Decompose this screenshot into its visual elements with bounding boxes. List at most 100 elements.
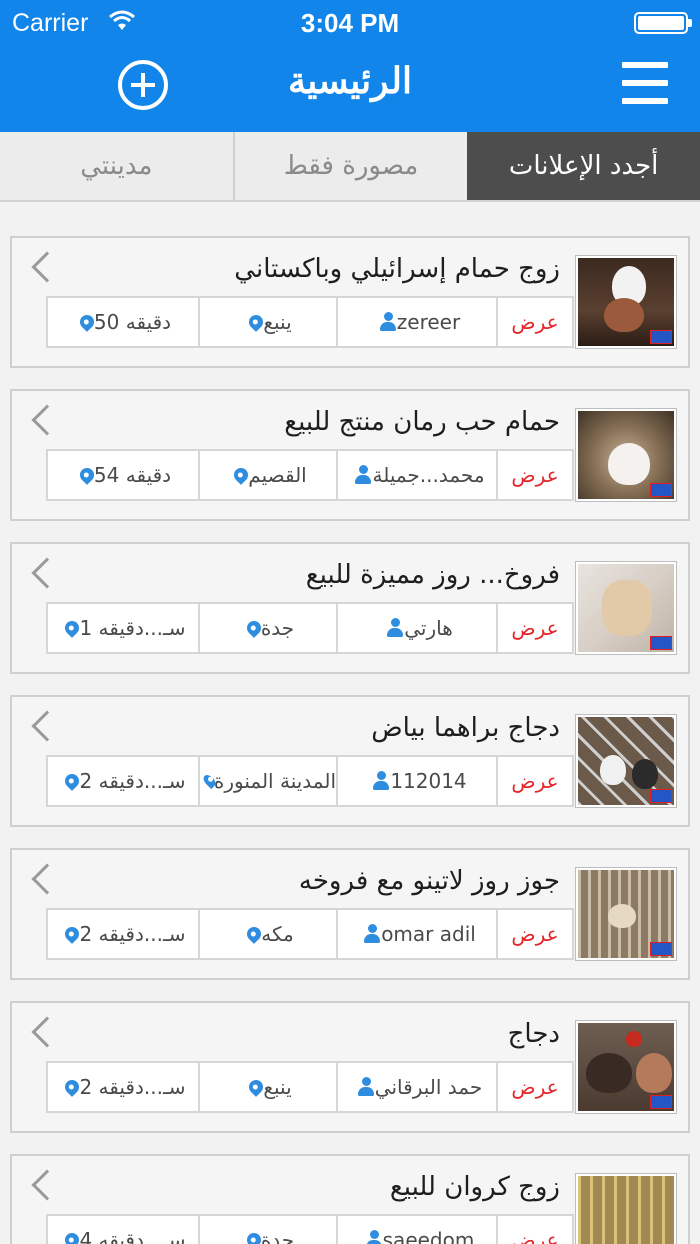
listing-city: ينبع — [198, 298, 336, 346]
listing-time: 2 سـ...دقيقه — [48, 757, 198, 805]
listing-title: حمام حب رمان منتج للبيع — [284, 407, 560, 437]
tab-bar: أجدد الإعلانات مصورة فقط مدينتي — [0, 132, 700, 202]
user-icon — [363, 924, 381, 944]
listing-thumbnail — [576, 715, 676, 807]
listing-thumbnail — [576, 868, 676, 960]
listing-thumbnail — [576, 256, 676, 348]
view-label[interactable]: عرض — [496, 604, 572, 652]
view-label[interactable]: عرض — [496, 1063, 572, 1111]
view-label[interactable]: عرض — [496, 298, 572, 346]
chevron-left-icon[interactable] — [31, 863, 63, 895]
listing-title: زوج كروان للبيع — [389, 1172, 560, 1202]
listing-city: المدينة المنورة — [198, 757, 336, 805]
listing-info-bar: عرض omar adil مكه 2 سـ...دقيقه — [46, 908, 574, 960]
user-icon — [379, 312, 397, 332]
city-name: المدينة المنورة — [213, 769, 336, 793]
time-ago: 2 سـ...دقيقه — [79, 922, 186, 946]
user-icon — [365, 1230, 383, 1244]
listing-user: omar adil — [336, 910, 496, 958]
time-ago: 54 دقيقه — [93, 463, 172, 487]
listing-info-bar: عرض 112014 المدينة المنورة 2 سـ...دقيقه — [46, 755, 574, 807]
chevron-left-icon[interactable] — [31, 1016, 63, 1048]
user-name: 112014 — [390, 769, 467, 793]
city-name: مكه — [261, 922, 294, 946]
listing-info-bar: عرض حمد البرقاني ينبع 2 سـ...دقيقه — [46, 1061, 574, 1113]
hamburger-menu-icon — [622, 62, 668, 68]
city-name: جدة — [260, 616, 295, 640]
time-ago: 2 سـ...دقيقه — [79, 769, 186, 793]
listing-time: 4 سـ...دقيقه — [48, 1216, 198, 1244]
tab-newest[interactable]: أجدد الإعلانات — [467, 132, 700, 200]
listing-info-bar: عرض هارتي جدة 1 سـ...دقيقه — [46, 602, 574, 654]
time-ago: 2 سـ...دقيقه — [79, 1075, 186, 1099]
listing-card[interactable]: دجاج براهما بياض عرض 112014 المدينة المن… — [10, 695, 690, 827]
nav-bar: الرئيسية — [0, 44, 700, 132]
listing-card[interactable]: حمام حب رمان منتج للبيع عرض محمد...جميلة… — [10, 389, 690, 521]
listing-card[interactable]: زوج كروان للبيع عرض saeedom جدة 4 سـ...د… — [10, 1154, 690, 1244]
listing-info-bar: عرض zereer ينبع 50 دقيقه — [46, 296, 574, 348]
user-icon — [357, 1077, 375, 1097]
listing-user: حمد البرقاني — [336, 1063, 496, 1111]
view-label[interactable]: عرض — [496, 910, 572, 958]
chevron-left-icon[interactable] — [31, 557, 63, 589]
user-name: zereer — [396, 310, 461, 334]
chevron-left-icon[interactable] — [31, 710, 63, 742]
listing-title: جوز روز لاتينو مع فروخه — [298, 866, 560, 896]
listing-info-bar: عرض محمد...جميلة القصيم 54 دقيقه — [46, 449, 574, 501]
view-label[interactable]: عرض — [496, 451, 572, 499]
city-name: ينبع — [263, 1075, 292, 1099]
listing-title: دجاج — [507, 1019, 560, 1049]
listing-card[interactable]: جوز روز لاتينو مع فروخه عرض omar adil مك… — [10, 848, 690, 980]
listing-title: فروخ... روز مميزة للبيع — [305, 560, 560, 590]
listing-thumbnail — [576, 409, 676, 501]
listing-user: محمد...جميلة — [336, 451, 496, 499]
chevron-left-icon[interactable] — [31, 404, 63, 436]
user-name: محمد...جميلة — [372, 463, 485, 487]
listing-city: مكه — [198, 910, 336, 958]
listing-user: 112014 — [336, 757, 496, 805]
listing-user: saeedom — [336, 1216, 496, 1244]
listing-time: 50 دقيقه — [48, 298, 198, 346]
view-label[interactable]: عرض — [496, 757, 572, 805]
listing-info-bar: عرض saeedom جدة 4 سـ...دقيقه — [46, 1214, 574, 1244]
listing-thumbnail — [576, 1174, 676, 1244]
listing-card[interactable]: فروخ... روز مميزة للبيع عرض هارتي جدة 1 … — [10, 542, 690, 674]
listing-title: زوج حمام إسرائيلي وباكستاني — [234, 254, 560, 284]
user-icon — [354, 465, 372, 485]
city-name: القصيم — [248, 463, 307, 487]
battery-icon — [634, 12, 692, 34]
listing-title: دجاج براهما بياض — [371, 713, 560, 743]
tab-my-city[interactable]: مدينتي — [0, 132, 233, 200]
user-name: saeedom — [382, 1228, 475, 1244]
user-icon — [386, 618, 404, 638]
chevron-left-icon[interactable] — [31, 1169, 63, 1201]
listing-user: هارتي — [336, 604, 496, 652]
time-ago: 50 دقيقه — [93, 310, 172, 334]
city-name: ينبع — [263, 310, 292, 334]
time-ago: 4 سـ...دقيقه — [79, 1228, 186, 1244]
listing-user: zereer — [336, 298, 496, 346]
view-label[interactable]: عرض — [496, 1216, 572, 1244]
listing-card[interactable]: دجاج عرض حمد البرقاني ينبع 2 سـ...دقيقه — [10, 1001, 690, 1133]
listing-card[interactable]: زوج حمام إسرائيلي وباكستاني عرض zereer ي… — [10, 236, 690, 368]
listing-time: 54 دقيقه — [48, 451, 198, 499]
listing-time: 2 سـ...دقيقه — [48, 910, 198, 958]
user-name: omar adil — [381, 922, 476, 946]
status-bar: Carrier 3:04 PM — [0, 0, 700, 44]
listing-time: 1 سـ...دقيقه — [48, 604, 198, 652]
listing-time: 2 سـ...دقيقه — [48, 1063, 198, 1111]
chevron-left-icon[interactable] — [31, 251, 63, 283]
clock: 3:04 PM — [300, 8, 400, 38]
listing-city: القصيم — [198, 451, 336, 499]
page-title: الرئيسية — [288, 60, 412, 102]
menu-button[interactable] — [622, 62, 668, 104]
time-ago: 1 سـ...دقيقه — [79, 616, 186, 640]
listing-city: جدة — [198, 604, 336, 652]
listing-thumbnail — [576, 562, 676, 654]
city-name: جدة — [260, 1228, 295, 1244]
listing-city: ينبع — [198, 1063, 336, 1111]
user-name: هارتي — [404, 616, 453, 640]
user-name: حمد البرقاني — [374, 1075, 483, 1099]
listing-city: جدة — [198, 1216, 336, 1244]
tab-with-photos[interactable]: مصورة فقط — [232, 132, 468, 200]
